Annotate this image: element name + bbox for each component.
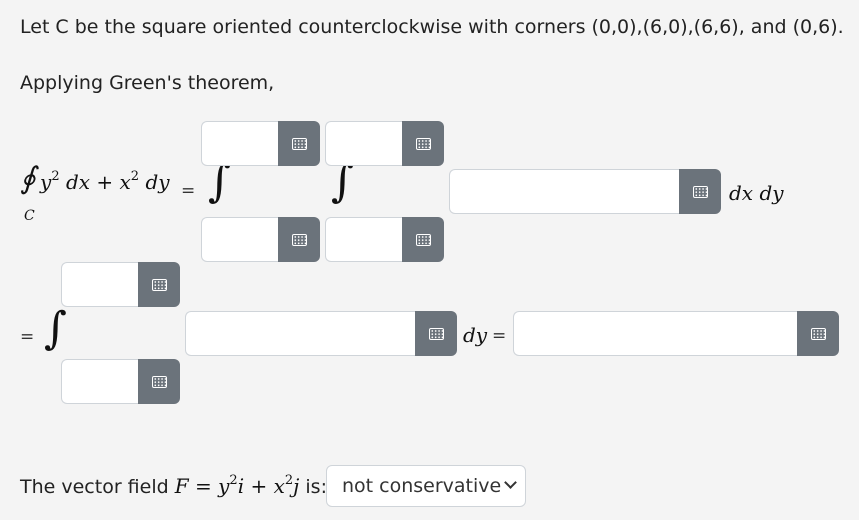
inner-upper-limit-input[interactable] [325,121,402,166]
keyboard-icon [810,327,826,340]
double-integrand-input[interactable] [449,169,679,214]
greens-theorem-intro: Applying Green's theorem, [20,72,275,94]
keyboard-icon [291,137,307,150]
keyboard-icon [415,137,431,150]
keyboard-icon [428,327,444,340]
vector-field-statement: The vector field F = y2i + x2j is: [20,473,327,498]
keyboard-button[interactable] [138,359,180,404]
inner-lower-limit-input[interactable] [325,217,402,262]
keyboard-icon [415,233,431,246]
single-integral-symbol: ∫ [44,303,67,354]
single-lower-limit-input[interactable] [61,359,138,404]
keyboard-button[interactable] [797,311,839,356]
keyboard-icon [692,185,708,198]
dy-label: dy [463,323,488,347]
single-integrand-field[interactable] [185,311,457,356]
curve-label: C [24,208,35,224]
equals-sign: = [492,326,507,346]
keyboard-icon [151,375,167,388]
inner-integral-symbol: ∫ [331,156,354,207]
line-integral-expression: ∮ C y2 dx + x2 dy [20,160,190,230]
chevron-down-icon [504,476,517,489]
inner-upper-limit-field[interactable] [325,121,444,166]
outer-upper-limit-field[interactable] [201,121,320,166]
keyboard-button[interactable] [679,169,721,214]
inner-lower-limit-field[interactable] [325,217,444,262]
single-upper-limit-field[interactable] [61,262,180,307]
single-lower-limit-field[interactable] [61,359,180,404]
outer-upper-limit-input[interactable] [201,121,278,166]
equals-sign: = [181,181,196,201]
keyboard-icon [151,278,167,291]
keyboard-button[interactable] [278,217,320,262]
outer-integral-symbol: ∫ [208,156,231,207]
contour-integral-symbol: ∮ [20,161,36,196]
keyboard-button[interactable] [402,121,444,166]
outer-lower-limit-input[interactable] [201,217,278,262]
keyboard-button[interactable] [138,262,180,307]
integrand-expression: y2 dx + x2 dy [40,169,170,194]
problem-statement: Let C be the square oriented countercloc… [20,16,844,38]
keyboard-icon [291,233,307,246]
conservative-select[interactable]: not conservative [326,465,526,507]
outer-lower-limit-field[interactable] [201,217,320,262]
keyboard-button[interactable] [402,217,444,262]
equals-sign: = [20,327,35,347]
keyboard-button[interactable] [278,121,320,166]
dx-dy-label: dx dy [729,181,784,205]
keyboard-button[interactable] [415,311,457,356]
conservative-select-value: not conservative [342,475,502,497]
result-field[interactable] [513,311,839,356]
single-integrand-input[interactable] [185,311,415,356]
double-integrand-field[interactable] [449,169,721,214]
result-input[interactable] [513,311,797,356]
single-upper-limit-input[interactable] [61,262,138,307]
